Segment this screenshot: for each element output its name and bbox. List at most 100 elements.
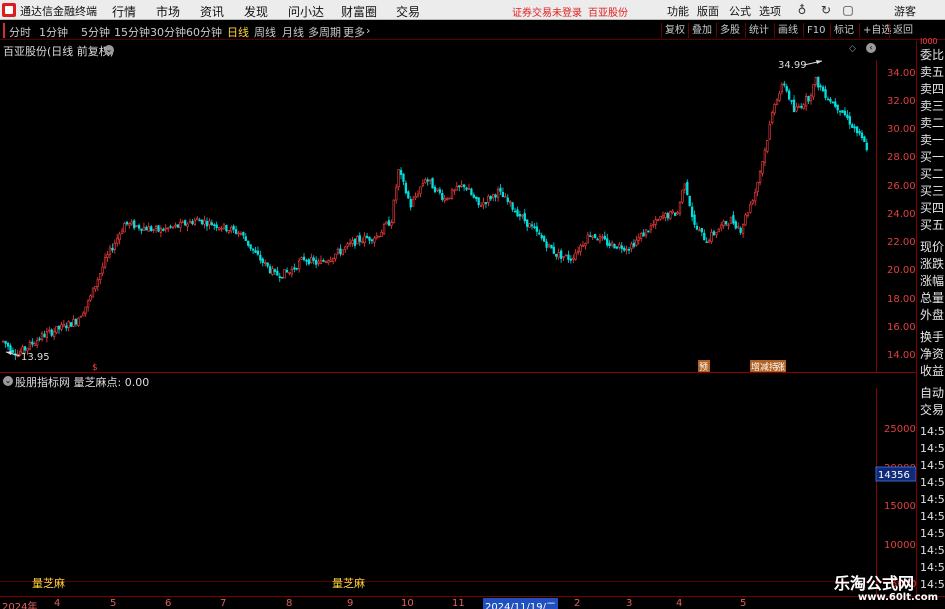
tick-time: 14:56 bbox=[920, 459, 945, 472]
candle-body bbox=[773, 104, 776, 114]
candle-body bbox=[164, 227, 167, 230]
date-label: 5 bbox=[740, 598, 747, 609]
candle-body bbox=[460, 184, 463, 187]
quote-label[interactable]: 外盘 bbox=[920, 308, 944, 323]
candle-body bbox=[618, 244, 621, 248]
candle-body bbox=[494, 194, 497, 198]
candle-body bbox=[640, 233, 643, 239]
candle-body bbox=[441, 193, 444, 200]
candle-body bbox=[300, 257, 303, 260]
indicator-tick: 15000 bbox=[884, 501, 916, 512]
candle-body bbox=[829, 98, 832, 102]
candle-body bbox=[771, 112, 774, 123]
quote-label[interactable]: 买四 bbox=[920, 201, 944, 216]
candle-body bbox=[176, 224, 180, 228]
current-value: 14356 bbox=[878, 470, 910, 481]
candle-body bbox=[351, 240, 354, 244]
candle-body bbox=[683, 183, 687, 190]
date-label: 10 bbox=[401, 598, 414, 609]
quote-label[interactable]: 买二 bbox=[920, 167, 944, 182]
tick-time: 14:56 bbox=[920, 544, 945, 557]
candle-body bbox=[792, 99, 796, 112]
quote-label[interactable]: 换手 bbox=[920, 330, 944, 345]
candle-body bbox=[812, 84, 815, 98]
candle-body bbox=[501, 191, 505, 198]
candle-body bbox=[234, 229, 238, 234]
candle-body bbox=[603, 235, 606, 240]
candle-body bbox=[804, 96, 808, 107]
quote-label[interactable]: 总量 bbox=[920, 291, 944, 306]
candle-body bbox=[421, 182, 425, 186]
quote-label[interactable]: 卖五 bbox=[920, 65, 944, 80]
candle-body bbox=[783, 83, 786, 86]
candle-body bbox=[727, 224, 730, 227]
candle-body bbox=[77, 317, 80, 326]
quote-label[interactable]: 卖四 bbox=[920, 82, 944, 97]
candle-body bbox=[312, 257, 315, 261]
candle-body bbox=[436, 188, 439, 191]
candle-body bbox=[239, 233, 243, 235]
quote-label[interactable]: 涨幅 bbox=[920, 274, 944, 289]
candle-body bbox=[89, 295, 92, 301]
candle-body bbox=[509, 200, 512, 203]
candle-body bbox=[746, 212, 750, 216]
candle-body bbox=[458, 185, 461, 188]
candle-body bbox=[559, 250, 563, 259]
candle-body bbox=[198, 219, 201, 222]
quote-label[interactable]: 卖一 bbox=[920, 133, 944, 148]
candle-body bbox=[496, 188, 500, 198]
candle-body bbox=[724, 221, 728, 225]
candle-body bbox=[550, 244, 553, 249]
candle-body bbox=[630, 243, 633, 249]
candle-body bbox=[140, 228, 143, 231]
candle-body bbox=[395, 187, 398, 201]
low-label: 13.95 bbox=[21, 352, 50, 363]
date-label: 8 bbox=[286, 598, 293, 609]
quote-label[interactable]: 委比 bbox=[920, 48, 944, 63]
candle-body bbox=[40, 333, 44, 340]
candle-body bbox=[516, 209, 519, 217]
candle-body bbox=[858, 131, 861, 134]
candle-body bbox=[826, 98, 830, 101]
candle-body bbox=[237, 232, 240, 235]
price-tick: 22.00 bbox=[887, 237, 916, 248]
candle-body bbox=[657, 219, 660, 222]
candle-body bbox=[65, 325, 68, 329]
quote-label[interactable]: 买一 bbox=[920, 150, 944, 165]
candle-body bbox=[462, 184, 466, 188]
candle-body bbox=[380, 232, 383, 237]
candle-body bbox=[336, 248, 340, 254]
trade-label[interactable]: 交易 bbox=[920, 403, 944, 418]
quote-label[interactable]: 卖三 bbox=[920, 99, 944, 114]
candles-group bbox=[2, 76, 868, 361]
candle-body bbox=[278, 276, 281, 279]
date-label: 2024年 bbox=[2, 602, 38, 609]
candle-body bbox=[487, 195, 490, 203]
candle-body bbox=[404, 182, 408, 194]
quote-label[interactable]: 净资 bbox=[920, 347, 944, 362]
candle-body bbox=[855, 126, 859, 134]
candle-body bbox=[339, 248, 342, 255]
candle-body bbox=[125, 221, 129, 225]
candle-body bbox=[346, 243, 349, 247]
candle-body bbox=[593, 234, 597, 239]
candle-body bbox=[623, 247, 626, 251]
quote-label[interactable]: 收益 bbox=[920, 364, 944, 379]
candle-body bbox=[317, 261, 320, 264]
quote-label[interactable]: 买三 bbox=[920, 184, 944, 199]
quote-label[interactable]: 买五 bbox=[920, 218, 944, 233]
auto-label[interactable]: 自动 bbox=[920, 386, 944, 401]
candle-body bbox=[627, 248, 631, 251]
quote-label[interactable]: 卖二 bbox=[920, 116, 944, 131]
candle-body bbox=[79, 315, 82, 318]
candle-body bbox=[608, 243, 611, 247]
date-axis: 2024年 4 5 6 7 8 9 10 11 2024/11/19/二 2 3… bbox=[0, 596, 945, 609]
indicator-footer-label: 量芝麻 bbox=[32, 577, 65, 590]
quote-label[interactable]: 现价 bbox=[920, 240, 944, 255]
candle-body bbox=[807, 96, 810, 102]
kline-chart[interactable]: 34.00 32.00 30.00 28.00 26.00 24.00 22.0… bbox=[0, 0, 945, 609]
candle-body bbox=[710, 232, 713, 243]
event-markers: $ 预 增减持 涨 bbox=[92, 360, 786, 373]
candle-body bbox=[230, 227, 233, 232]
quote-label[interactable]: 涨跌 bbox=[920, 257, 944, 272]
